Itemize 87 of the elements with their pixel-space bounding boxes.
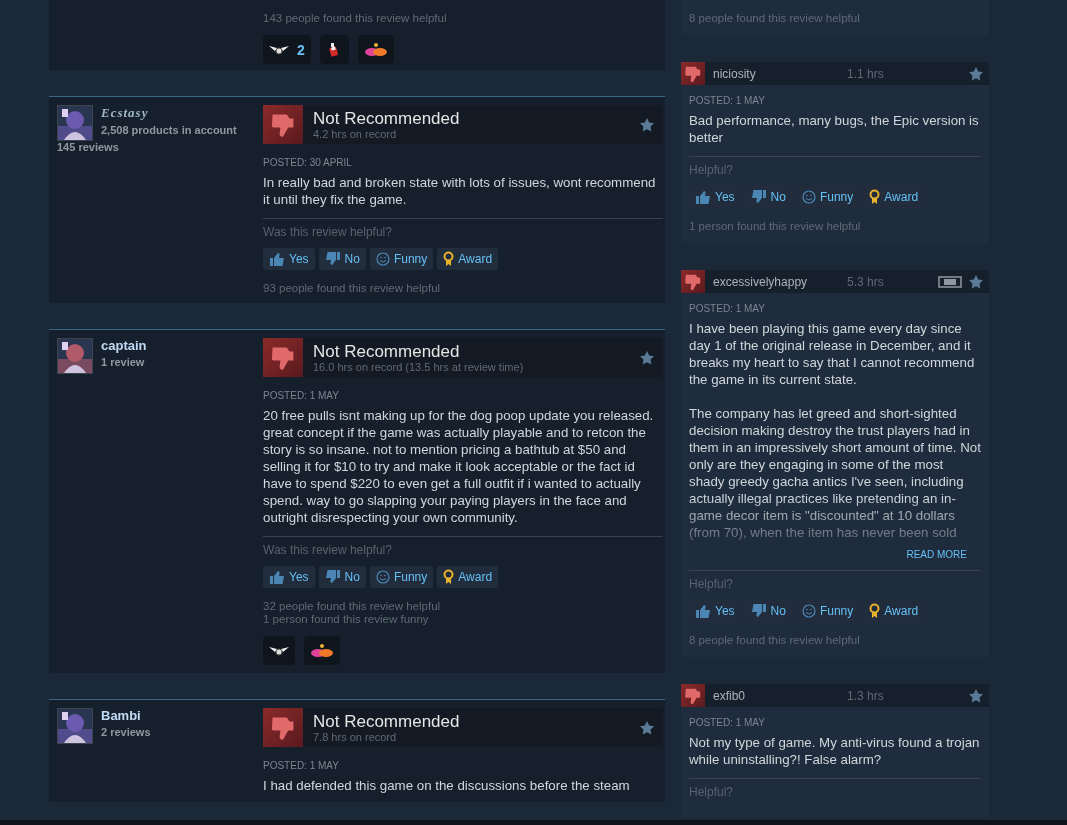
- reviews-count: 1 review: [101, 356, 146, 368]
- playtime: 1.3 hrs: [847, 688, 885, 703]
- award-chip[interactable]: [357, 35, 394, 64]
- no-button[interactable]: No: [318, 248, 366, 270]
- award-chip[interactable]: [319, 35, 349, 64]
- thumbs-up-icon: [695, 604, 711, 618]
- no-button[interactable]: No: [318, 566, 366, 588]
- helpful-prompt: Helpful?: [689, 163, 735, 177]
- reviewer-name[interactable]: Bambi: [101, 708, 263, 723]
- award-chip[interactable]: [263, 636, 295, 665]
- helpful-prompt: Was this review helpful?: [263, 225, 393, 239]
- star-icon[interactable]: [968, 65, 984, 82]
- playtime: 1.1 hrs: [847, 66, 885, 81]
- helpful-prompt: Helpful?: [689, 577, 735, 591]
- products-count: 2,508 products in account: [101, 124, 238, 136]
- posted-date: POSTED: 1 MAY: [689, 303, 766, 314]
- helpful-count: 8 people found this review helpful: [689, 634, 861, 647]
- read-more-link[interactable]: READ MORE: [906, 549, 967, 560]
- helpful-prompt: Was this review helpful?: [263, 543, 393, 557]
- review-text: Not my type of game. My anti-virus found a trojan while uninstalling?! False alarm?: [689, 734, 981, 768]
- review-text: The company has let greed and short-sighted decision making destroy the trust players had in them in an impressively short amount of time. Not only are they engaging in some of the most shady greedy gacha antics I've seen, including actually illegal practices like pretending an in-game decor item is "discounted" at 10 dollars (from 70), when the item has never been sold: [689, 405, 981, 541]
- medal-icon: [443, 569, 455, 585]
- review-text: 20 free pulls isnt making up for the dog poop update you released. great concept if the game was actually playable and to retcon the story is so insane. not to mention pricing a bathtub at $50 and selling it for $10 to try and make it look acceptable or the fact id have to spend $220 to even get a full outfit if i wanted to actually spend. way to go slapping your paying players in the face and outright disrespecting your own community.: [263, 407, 655, 526]
- star-icon[interactable]: [639, 349, 655, 366]
- smiley-icon: [375, 252, 390, 266]
- playtime: 5.3 hrs: [847, 274, 885, 289]
- reviewer-name[interactable]: Ecstasy: [101, 105, 263, 121]
- posted-date: POSTED: 1 MAY: [263, 760, 340, 771]
- award-button[interactable]: Award: [437, 248, 499, 270]
- yes-button[interactable]: Yes: [263, 248, 315, 270]
- helpful-count: 1 person found this review funny: [263, 613, 430, 626]
- playtime: 4.2 hrs on record: [313, 128, 398, 140]
- reviewer-name[interactable]: captain: [101, 338, 263, 353]
- award-button[interactable]: Award: [437, 566, 499, 588]
- smiley-icon: [375, 570, 390, 584]
- medal-icon: [443, 251, 455, 267]
- thumbs-up-icon: [695, 190, 711, 204]
- reviewer-name[interactable]: exfib0: [713, 688, 841, 703]
- helpful-count: 1 person found this review helpful: [689, 220, 862, 233]
- reviewer-name[interactable]: excessivelyhappy: [713, 274, 841, 289]
- smiley-icon: [801, 604, 816, 618]
- helpful-prompt: Helpful?: [689, 785, 735, 799]
- review-text: In really bad and broken state with lots of issues, wont recommend it until they fix the game.: [263, 174, 657, 208]
- star-icon[interactable]: [639, 116, 655, 133]
- review-text: I have been playing this game every day since day 1 of the original release in December, and it breaks my heart to say that I cannot recommend the game in its current state.: [689, 320, 976, 388]
- award-chip[interactable]: 2: [263, 35, 311, 64]
- reviewer-name[interactable]: niciosity: [713, 66, 841, 81]
- posted-date: POSTED: 1 MAY: [689, 717, 766, 728]
- winged-coin-icon: [269, 43, 289, 56]
- yes-button[interactable]: Yes: [263, 566, 315, 588]
- playtime: 7.8 hrs on record: [313, 731, 398, 743]
- posted-date: POSTED: 1 MAY: [263, 390, 340, 401]
- playtime: 16.0 hrs on record (13.5 hrs at review time): [313, 361, 525, 373]
- review-text: I had defended this game on the discussions before the steam: [263, 777, 631, 794]
- helpful-count: 143 people found this review helpful: [263, 12, 448, 25]
- bottle-icon: [329, 42, 340, 57]
- handheld-console-icon: [938, 275, 962, 288]
- reviews-count: 145 reviews: [57, 141, 120, 153]
- award-count: 2: [297, 41, 305, 58]
- review-text: Bad performance, many bugs, the Epic version is better: [689, 112, 980, 146]
- thumbs-down-icon: [324, 252, 341, 266]
- helpful-count: 32 people found this review helpful: [263, 600, 442, 613]
- hands-icon: [363, 42, 388, 57]
- star-icon[interactable]: [968, 273, 984, 290]
- thumbs-down-icon: [324, 570, 341, 584]
- medal-icon: [869, 603, 881, 619]
- thumbs-down-icon: [750, 604, 767, 618]
- reviews-count: 2 reviews: [101, 726, 152, 738]
- award-chip[interactable]: [304, 636, 340, 665]
- helpful-count: 93 people found this review helpful: [263, 282, 442, 295]
- thumbs-down-icon: [750, 190, 767, 204]
- posted-date: POSTED: 30 APRIL: [263, 157, 353, 168]
- smiley-icon: [801, 190, 816, 204]
- funny-button[interactable]: Funny: [369, 566, 434, 588]
- verdict-title: Not Recommended: [313, 342, 461, 361]
- posted-date: POSTED: 1 MAY: [689, 95, 766, 106]
- helpful-count: 8 people found this review helpful: [689, 12, 861, 25]
- star-icon[interactable]: [639, 719, 655, 736]
- funny-button[interactable]: Funny: [369, 248, 434, 270]
- medal-icon: [869, 189, 881, 205]
- thumbs-up-icon: [269, 252, 285, 266]
- star-icon[interactable]: [968, 687, 984, 704]
- hands-icon: [310, 643, 334, 658]
- verdict-title: Not Recommended: [313, 712, 461, 731]
- winged-coin-icon: [269, 644, 289, 657]
- thumbs-up-icon: [269, 570, 285, 584]
- verdict-title: Not Recommended: [313, 109, 461, 128]
